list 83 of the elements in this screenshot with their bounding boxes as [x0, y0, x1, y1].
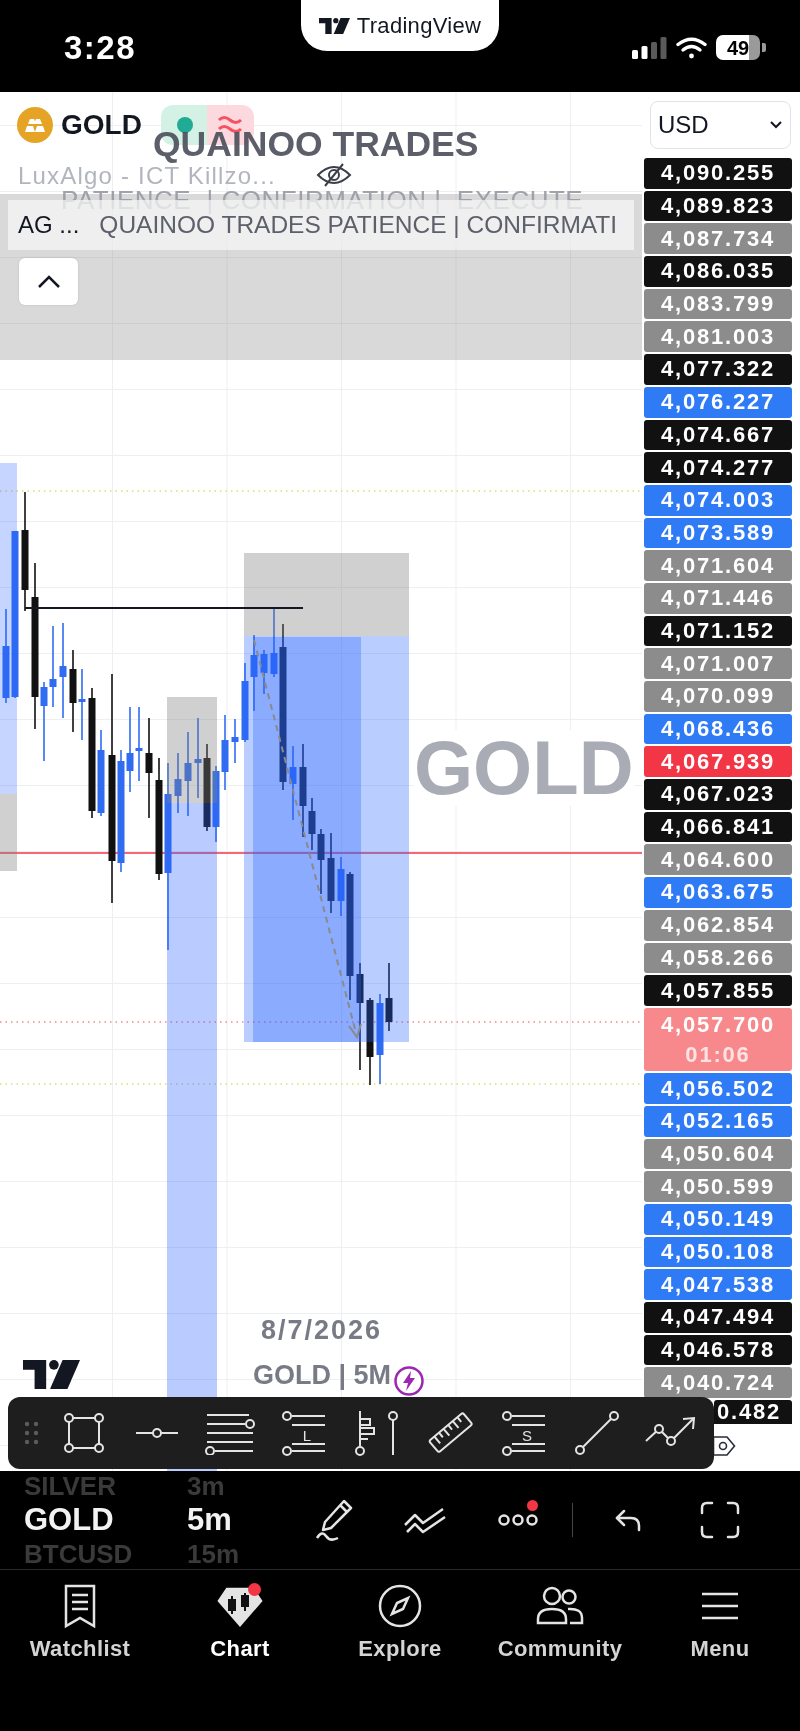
price-label: 4,062.854 [644, 909, 792, 941]
lightning-circle-icon[interactable] [394, 1366, 424, 1396]
price-label: 4,076.227 [644, 386, 792, 418]
price-label: 0.482 [714, 1400, 792, 1425]
currency-dropdown[interactable]: USD [650, 101, 791, 149]
price-label: 4,087.734 [644, 223, 792, 255]
collapse-button[interactable] [19, 258, 78, 305]
chevron-up-icon [36, 274, 61, 289]
price-label: 4,071.446 [644, 582, 792, 614]
price-label: 4,086.035 [644, 256, 792, 287]
price-label: 4,067.939 [644, 746, 792, 778]
price-label: 4,050.599 [644, 1171, 792, 1202]
price-label: 4,089.823 [644, 190, 792, 222]
symbol-option[interactable]: GOLD [24, 1500, 114, 1540]
tv-logo-icon [22, 1360, 81, 1389]
price-label: 4,066.841 [644, 811, 792, 843]
price-label: 4,071.604 [644, 550, 792, 581]
price-label: 4,074.667 [644, 419, 792, 451]
rectangle-icon[interactable] [61, 1411, 106, 1455]
signal-icon [632, 37, 667, 59]
nav-tab[interactable]: Community [480, 1570, 640, 1731]
compass-icon [377, 1583, 423, 1629]
price-label: 4,067.023 [644, 779, 792, 810]
coin-bars-icon [17, 107, 53, 143]
candle [231, 718, 239, 764]
battery-indicator: 49 [716, 35, 766, 60]
app-name: TradingView [356, 14, 482, 37]
countdown-timer: 01:06 [685, 1043, 751, 1066]
price-label: 4,073.589 [644, 517, 792, 549]
fullscreen-icon[interactable] [700, 1501, 740, 1539]
stacked-lines-icon[interactable] [205, 1411, 256, 1455]
chart-date: 8/7/2026 [261, 1317, 383, 1344]
price-label: 4,056.502 [644, 1073, 792, 1104]
price-label: 4,063.675 [644, 877, 792, 908]
price-label: 4,081.003 [644, 321, 792, 353]
chart-caption: GOLD | 5M [253, 1362, 392, 1389]
price-label: 4,047.538 [644, 1269, 792, 1301]
price-label: 4,052.165 [644, 1105, 792, 1137]
price-label: 4,057.855 [644, 975, 792, 1006]
price-label: 4,071.152 [644, 615, 792, 647]
wifi-icon [676, 37, 707, 59]
price-label: 4,083.799 [644, 288, 792, 320]
price-label: 4,050.604 [644, 1138, 792, 1170]
price-label: 4,047.494 [644, 1302, 792, 1333]
price-label: 4,064.600 [644, 844, 792, 876]
chart-watermark-title: QUAINOO TRADES [153, 127, 479, 163]
price-label: 4,074.003 [644, 484, 792, 516]
price-label: 4,074.277 [644, 452, 792, 483]
candle [260, 649, 268, 695]
price-label: 4,058.266 [644, 942, 792, 974]
price-label: 4,068.436 [644, 713, 792, 745]
price-label: 4,071.007 [644, 648, 792, 679]
ruler-icon[interactable] [427, 1410, 474, 1456]
diagonal-line-icon[interactable] [575, 1411, 620, 1455]
price-value: 4,057.700 [660, 1013, 776, 1036]
pen-icon[interactable] [314, 1498, 354, 1542]
eye-crossed-icon[interactable] [316, 162, 352, 188]
symbol-name[interactable]: GOLD [61, 111, 142, 139]
price-label: 4,077.322 [644, 354, 792, 385]
more-dots-icon[interactable] [497, 1513, 539, 1527]
symbol-watermark: GOLD [414, 730, 634, 806]
interval-option[interactable]: 5m [187, 1500, 232, 1540]
nav-tab[interactable]: Menu [640, 1570, 800, 1731]
legend-title[interactable]: QUAINOO TRADES PATIENCE | CONFIRMATI [99, 212, 618, 238]
price-label: 4,046.578 [644, 1334, 792, 1366]
price-label: 4,090.255 [644, 158, 792, 189]
zigzag-icon[interactable] [403, 1505, 447, 1535]
candle [174, 752, 182, 814]
grip-dots-icon[interactable] [23, 1420, 40, 1446]
line-dot-icon[interactable] [135, 1427, 180, 1439]
price-label: 4,070.099 [644, 681, 792, 712]
nav-tab[interactable]: Explore [320, 1570, 480, 1731]
price-label: 4,040.724 [644, 1367, 792, 1399]
nav-tab[interactable]: Chart [160, 1570, 320, 1731]
price-tag-icon[interactable] [712, 1434, 736, 1459]
undo-icon[interactable] [614, 1508, 642, 1532]
chevron-down-icon [770, 121, 782, 129]
legend-source[interactable]: AG ... [18, 213, 80, 237]
price-label: 4,050.149 [644, 1204, 792, 1235]
status-time: 3:28 [64, 29, 137, 66]
price-label: 4,050.108 [644, 1236, 792, 1268]
nav-tab[interactable]: Watchlist [0, 1570, 160, 1731]
tv-logo-icon [318, 17, 350, 34]
